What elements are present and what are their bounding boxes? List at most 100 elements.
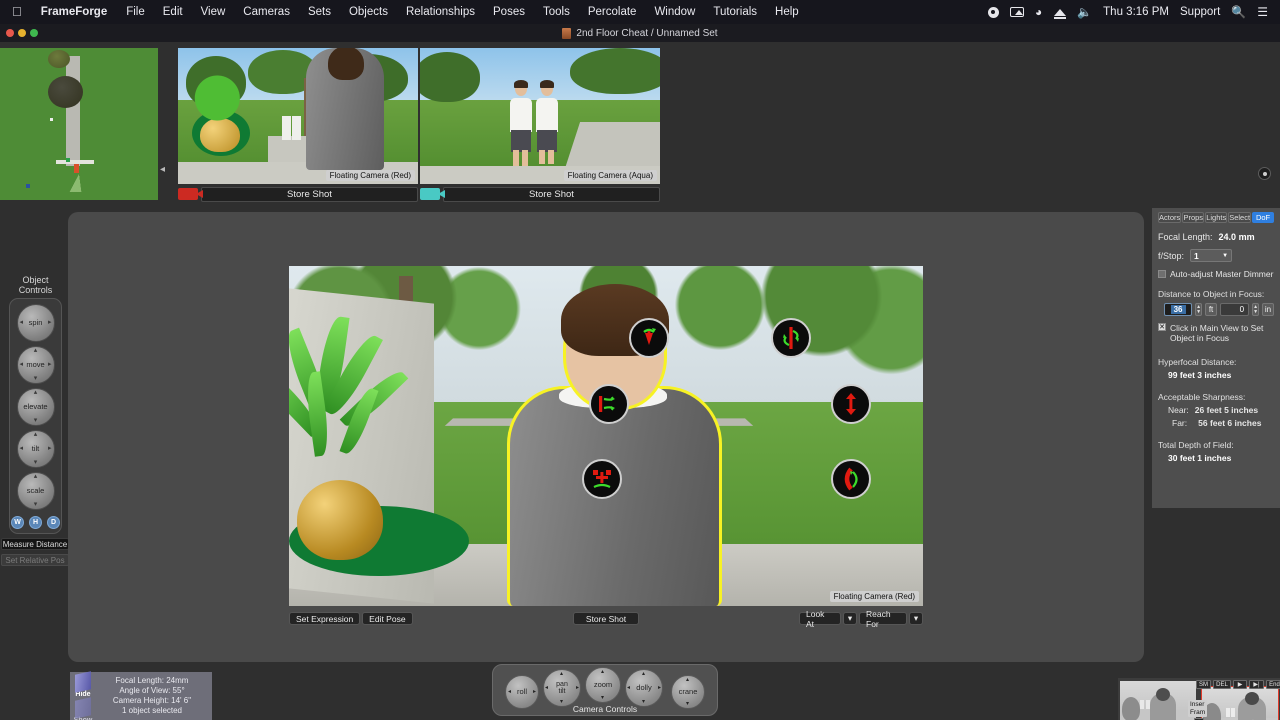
height-toggle[interactable]: H bbox=[29, 516, 42, 529]
tilt-knob[interactable]: ◂ ▸ ▴ ▾ tilt bbox=[16, 430, 55, 468]
storyboard-thumbnail-1[interactable] bbox=[1120, 681, 1196, 720]
tab-lights[interactable]: Lights bbox=[1205, 212, 1228, 223]
look-at-button[interactable]: Look At bbox=[799, 609, 841, 629]
record-icon[interactable] bbox=[987, 6, 999, 18]
edit-pose-button[interactable]: Edit Pose bbox=[362, 612, 413, 625]
del-button-top[interactable]: DEL bbox=[1213, 680, 1231, 689]
menu-item-tools[interactable]: Tools bbox=[534, 6, 579, 18]
plan-path bbox=[66, 56, 80, 166]
menu-item-sets[interactable]: Sets bbox=[299, 6, 340, 18]
tab-select[interactable]: Select bbox=[1228, 212, 1252, 223]
storyboard-thumbnail-2[interactable] bbox=[1201, 686, 1279, 720]
storyboard-top-buttons: SM DEL ▶ ▶| End bbox=[1196, 680, 1280, 689]
object-controls-panel: Object Controls ◂ ▸ spin ◂ ▸ ▴ ▾ move ▴ bbox=[1, 275, 69, 566]
pan-tilt-knob[interactable]: ◂ ▸ ▴ ▾ pan tilt bbox=[543, 669, 581, 707]
apple-icon[interactable]:  bbox=[6, 5, 31, 19]
camera-icon-red[interactable] bbox=[178, 188, 203, 200]
depth-toggle[interactable]: D bbox=[47, 516, 60, 529]
play-button[interactable]: ▶ bbox=[1233, 680, 1247, 689]
main-viewport[interactable]: Floating Camera (Red) bbox=[289, 266, 923, 606]
preview-image-red[interactable]: Floating Camera (Red) bbox=[178, 48, 418, 184]
menu-item-tutorials[interactable]: Tutorials bbox=[704, 6, 766, 18]
distance-inches-input[interactable]: 0 bbox=[1220, 303, 1250, 316]
menu-item-cameras[interactable]: Cameras bbox=[234, 6, 299, 18]
info-focal-length: Focal Length: 24mm bbox=[115, 676, 189, 685]
store-shot-button-aqua[interactable]: Store Shot bbox=[443, 186, 660, 202]
menu-item-objects[interactable]: Objects bbox=[340, 6, 397, 18]
walker-2 bbox=[292, 116, 301, 140]
fstop-select[interactable]: 1 ▼ bbox=[1190, 249, 1233, 262]
plan-view-collapse-arrow[interactable]: ◂ bbox=[160, 164, 165, 175]
auto-adjust-row[interactable]: Auto-adjust Master Dimmer bbox=[1158, 269, 1274, 279]
wifi-icon[interactable]: ◕ bbox=[1035, 6, 1043, 18]
move-knob[interactable]: ◂ ▸ ▴ ▾ move bbox=[16, 346, 55, 384]
hide-button[interactable]: Hide bbox=[70, 671, 96, 698]
show-button[interactable]: Show bbox=[70, 697, 96, 720]
gizmo-rotate-horizontal[interactable] bbox=[589, 384, 629, 424]
preview-pane-aqua[interactable]: Floating Camera (Aqua) Store Shot bbox=[420, 48, 660, 202]
menu-item-file[interactable]: File bbox=[117, 6, 154, 18]
support-menu[interactable]: Support bbox=[1180, 6, 1220, 18]
menu-item-help[interactable]: Help bbox=[766, 6, 808, 18]
close-button[interactable] bbox=[6, 29, 14, 37]
panel-collapse-knob[interactable] bbox=[1258, 167, 1271, 180]
zoom-knob[interactable]: ▴ ▾ zoom bbox=[585, 667, 621, 703]
camera-icon-aqua[interactable] bbox=[420, 188, 445, 200]
control-center-icon[interactable]: ☰ bbox=[1257, 6, 1268, 18]
distance-feet-stepper[interactable]: ▲ ▼ bbox=[1195, 303, 1203, 316]
menu-item-window[interactable]: Window bbox=[645, 6, 704, 18]
distance-inches-stepper[interactable]: ▲ ▼ bbox=[1252, 303, 1260, 316]
volume-icon[interactable]: 🔈 bbox=[1077, 6, 1092, 18]
menu-item-poses[interactable]: Poses bbox=[484, 6, 534, 18]
click-main-view-row[interactable]: ✕ Click in Main View to Set Object in Fo… bbox=[1158, 323, 1274, 343]
elevate-knob[interactable]: ▴ ▾ elevate bbox=[16, 388, 55, 426]
end-button[interactable]: End bbox=[1266, 680, 1280, 689]
spin-knob[interactable]: ◂ ▸ spin bbox=[16, 304, 55, 342]
menu-item-relationships[interactable]: Relationships bbox=[397, 6, 484, 18]
reach-for-dropdown-icon[interactable]: ▾ bbox=[909, 612, 923, 625]
set-expression-button[interactable]: Set Expression bbox=[289, 612, 361, 625]
top-right-empty-area bbox=[1144, 84, 1280, 208]
click-main-view-checkbox[interactable]: ✕ bbox=[1158, 323, 1166, 331]
next-frame-button[interactable]: ▶| bbox=[1249, 680, 1264, 689]
insert-frame-tag[interactable]: Inser Fram bbox=[1188, 700, 1208, 717]
gizmo-spin[interactable] bbox=[831, 459, 871, 499]
menu-item-percolate[interactable]: Percolate bbox=[579, 6, 646, 18]
menu-app-name[interactable]: FrameForge bbox=[31, 6, 117, 18]
hide-label: Hide bbox=[75, 691, 91, 698]
scale-knob[interactable]: ▴ ▾ scale bbox=[16, 472, 55, 510]
plan-camera-marker[interactable] bbox=[74, 164, 79, 173]
sm-button-top[interactable]: SM bbox=[1196, 680, 1211, 689]
gizmo-move-down[interactable] bbox=[629, 318, 669, 358]
arrow-down-icon: ▾ bbox=[33, 375, 38, 382]
tab-dof[interactable]: DoF bbox=[1252, 212, 1275, 223]
width-toggle[interactable]: W bbox=[11, 516, 24, 529]
store-shot-button-red[interactable]: Store Shot bbox=[201, 186, 418, 202]
gizmo-tilt[interactable] bbox=[582, 459, 622, 499]
fstop-row: f/Stop: 1 ▼ bbox=[1158, 249, 1274, 262]
clock[interactable]: Thu 3:16 PM bbox=[1103, 6, 1169, 18]
preview-image-aqua[interactable]: Floating Camera (Aqua) bbox=[420, 48, 660, 184]
preview-pane-red[interactable]: Floating Camera (Red) Store Shot bbox=[178, 48, 418, 202]
zoom-button[interactable] bbox=[30, 29, 38, 37]
menu-item-view[interactable]: View bbox=[192, 6, 235, 18]
gizmo-elevate[interactable] bbox=[831, 384, 871, 424]
tab-props[interactable]: Props bbox=[1182, 212, 1205, 223]
store-shot-button-main[interactable]: Store Shot bbox=[573, 612, 639, 625]
search-icon[interactable]: 🔍 bbox=[1231, 6, 1246, 18]
menu-item-edit[interactable]: Edit bbox=[154, 6, 192, 18]
window-traffic-lights[interactable] bbox=[6, 29, 38, 37]
set-relative-pos-button[interactable]: Set Relative Pos bbox=[1, 554, 69, 566]
measure-distance-button[interactable]: Measure Distance bbox=[1, 538, 69, 550]
minimize-button[interactable] bbox=[18, 29, 26, 37]
plan-view[interactable] bbox=[0, 48, 158, 200]
dolly-knob[interactable]: ◂ ▸ ▴ ▾ dolly bbox=[625, 669, 663, 707]
screen-mirroring-icon[interactable] bbox=[1009, 7, 1024, 17]
look-at-dropdown-icon[interactable]: ▾ bbox=[843, 612, 857, 625]
gizmo-rotate-vertical[interactable] bbox=[771, 318, 811, 358]
eject-icon[interactable] bbox=[1054, 8, 1067, 19]
distance-feet-input[interactable]: 36 bbox=[1164, 303, 1193, 316]
reach-for-button[interactable]: Reach For bbox=[859, 609, 907, 629]
auto-adjust-checkbox[interactable] bbox=[1158, 270, 1166, 278]
tab-actors[interactable]: Actors bbox=[1158, 212, 1182, 223]
